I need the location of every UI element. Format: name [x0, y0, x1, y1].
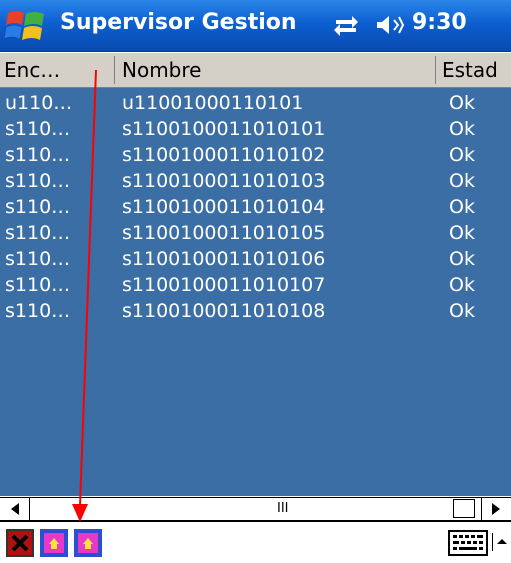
- table-row[interactable]: s110… s1100100011010101 Ok: [0, 116, 511, 142]
- toolbar-image-icon[interactable]: [74, 529, 102, 557]
- cell-estado: Ok: [449, 274, 475, 296]
- volume-icon[interactable]: [375, 13, 405, 37]
- cell-nombre: s1100100011010104: [122, 196, 326, 218]
- table-row[interactable]: s110… s1100100011010106 Ok: [0, 246, 511, 272]
- cell-estado: Ok: [449, 118, 475, 140]
- table-row[interactable]: s110… s1100100011010103 Ok: [0, 168, 511, 194]
- cell-enc: s110…: [5, 118, 71, 140]
- table-row[interactable]: s110… s1100100011010108 Ok: [0, 298, 511, 324]
- table-row[interactable]: s110… s1100100011010104 Ok: [0, 194, 511, 220]
- cell-nombre: s1100100011010105: [122, 222, 326, 244]
- table-row[interactable]: s110… s1100100011010105 Ok: [0, 220, 511, 246]
- cell-nombre: u11001000110101: [122, 92, 304, 114]
- cell-estado: Ok: [449, 144, 475, 166]
- cell-estado: Ok: [449, 300, 475, 322]
- connectivity-icon[interactable]: [332, 13, 360, 37]
- column-divider[interactable]: [114, 56, 115, 84]
- column-header-nombre[interactable]: Nombre: [118, 53, 434, 87]
- cell-estado: Ok: [449, 196, 475, 218]
- horizontal-scrollbar[interactable]: III: [0, 497, 511, 522]
- cell-estado: Ok: [449, 222, 475, 244]
- scroll-thumb[interactable]: [453, 499, 475, 518]
- toolbar-image-icon[interactable]: [40, 529, 68, 557]
- windows-start-icon[interactable]: [4, 7, 48, 45]
- column-divider[interactable]: [435, 56, 436, 84]
- cell-estado: Ok: [449, 92, 475, 114]
- cell-nombre: s1100100011010107: [122, 274, 326, 296]
- cell-nombre: s1100100011010102: [122, 144, 326, 166]
- cell-estado: Ok: [449, 170, 475, 192]
- scroll-left-arrow-icon[interactable]: [0, 498, 30, 520]
- cell-enc: s110…: [5, 170, 71, 192]
- table-row[interactable]: u110… u11001000110101 Ok: [0, 90, 511, 116]
- column-header-estado[interactable]: Estad: [438, 53, 511, 87]
- cell-enc: s110…: [5, 144, 71, 166]
- chevron-up-icon[interactable]: [492, 533, 508, 551]
- cell-enc: s110…: [5, 222, 71, 244]
- clock[interactable]: 9:30: [412, 10, 467, 35]
- scroll-track[interactable]: III: [30, 498, 451, 520]
- close-icon[interactable]: [6, 529, 34, 557]
- cell-enc: u110…: [5, 92, 73, 114]
- cell-enc: s110…: [5, 196, 71, 218]
- column-header-enc[interactable]: Enc…: [0, 53, 114, 87]
- list-header: Enc… Nombre Estad: [0, 53, 511, 88]
- cell-nombre: s1100100011010108: [122, 300, 326, 322]
- cell-enc: s110…: [5, 300, 71, 322]
- cell-estado: Ok: [449, 248, 475, 270]
- app-title: Supervisor Gestion: [60, 10, 297, 35]
- scroll-grip-mark: III: [277, 501, 289, 516]
- cell-nombre: s1100100011010103: [122, 170, 326, 192]
- title-bar: Supervisor Gestion 9:30: [0, 0, 511, 52]
- menu-bar: [0, 524, 511, 563]
- cell-enc: s110…: [5, 248, 71, 270]
- cell-enc: s110…: [5, 274, 71, 296]
- table-row[interactable]: s110… s1100100011010107 Ok: [0, 272, 511, 298]
- list-view[interactable]: u110… u11001000110101 Ok s110… s11001000…: [0, 88, 511, 496]
- cell-nombre: s1100100011010101: [122, 118, 326, 140]
- cell-nombre: s1100100011010106: [122, 248, 326, 270]
- keyboard-icon[interactable]: [448, 530, 488, 556]
- table-row[interactable]: s110… s1100100011010102 Ok: [0, 142, 511, 168]
- scroll-right-arrow-icon[interactable]: [481, 498, 511, 520]
